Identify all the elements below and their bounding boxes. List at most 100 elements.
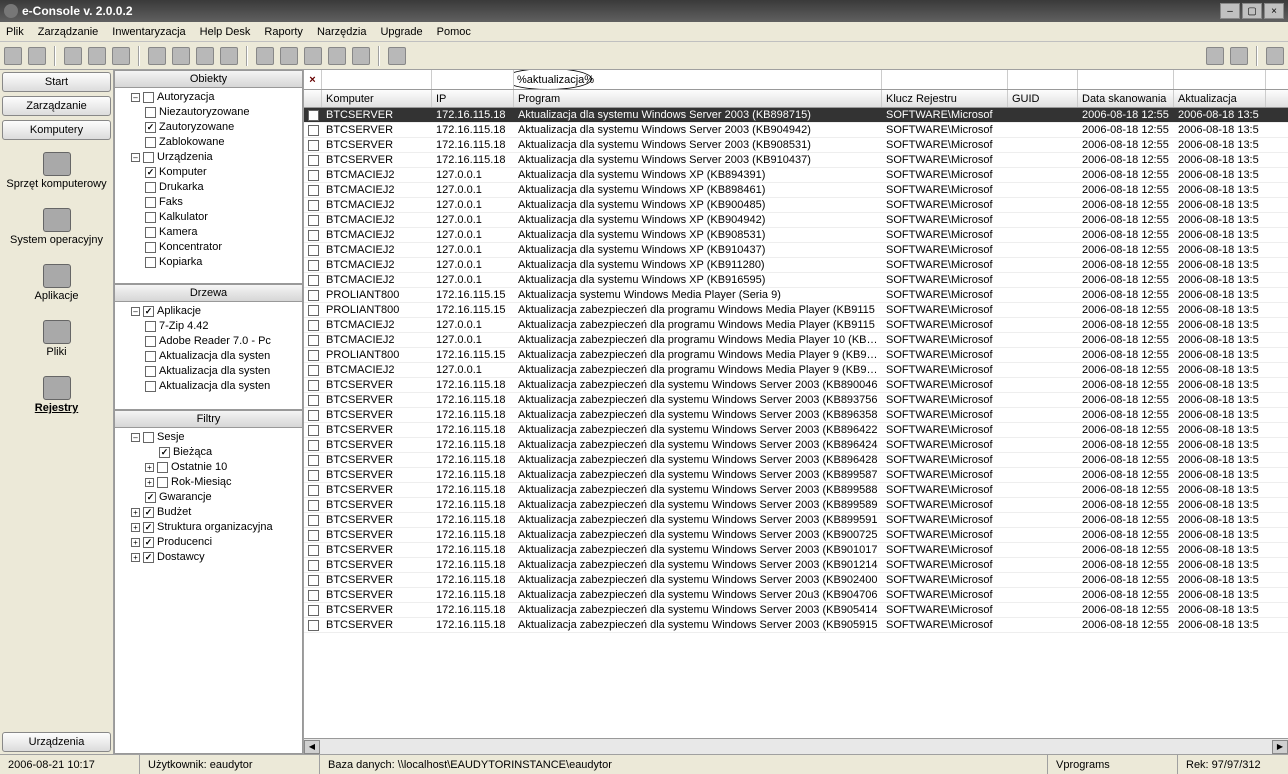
checkbox-icon[interactable] (143, 306, 154, 317)
table-row[interactable]: BTCMACIEJ2127.0.0.1Aktualizacja dla syst… (304, 213, 1288, 228)
checkbox-icon[interactable] (145, 336, 156, 347)
tree-label[interactable]: Budżet (157, 505, 191, 520)
expand-icon[interactable]: + (131, 508, 140, 517)
table-row[interactable]: BTCMACIEJ2127.0.0.1Aktualizacja dla syst… (304, 258, 1288, 273)
panel-filtry-body[interactable]: –SesjeBieżąca+Ostatnie 10+Rok-MiesiącGwa… (114, 428, 303, 754)
row-checkbox[interactable] (308, 215, 319, 226)
row-checkbox[interactable] (308, 530, 319, 541)
checkbox-icon[interactable] (145, 137, 156, 148)
toolbar-icon[interactable] (4, 47, 22, 65)
row-checkbox[interactable] (308, 575, 319, 586)
table-row[interactable]: BTCSERVER172.16.115.18Aktualizacja zabez… (304, 423, 1288, 438)
row-checkbox[interactable] (308, 605, 319, 616)
filter-guid[interactable] (1011, 74, 1074, 86)
table-row[interactable]: BTCSERVER172.16.115.18Aktualizacja zabez… (304, 558, 1288, 573)
tree-label[interactable]: Dostawcy (157, 550, 205, 565)
tree-label[interactable]: Drukarka (159, 180, 204, 195)
row-checkbox[interactable] (308, 305, 319, 316)
checkbox-icon[interactable] (143, 92, 154, 103)
row-checkbox[interactable] (308, 545, 319, 556)
row-checkbox[interactable] (308, 620, 319, 631)
checkbox-icon[interactable] (159, 447, 170, 458)
checkbox-icon[interactable] (145, 227, 156, 238)
tree-label[interactable]: Komputer (159, 165, 207, 180)
table-row[interactable]: BTCSERVER172.16.115.18Aktualizacja zabez… (304, 408, 1288, 423)
row-checkbox[interactable] (308, 170, 319, 181)
row-checkbox[interactable] (308, 590, 319, 601)
toolbar-icon[interactable] (328, 47, 346, 65)
row-checkbox[interactable] (308, 155, 319, 166)
row-checkbox[interactable] (308, 290, 319, 301)
scroll-left-icon[interactable]: ◀ (304, 740, 320, 754)
toolbar-icon[interactable] (388, 47, 406, 65)
checkbox-icon[interactable] (145, 122, 156, 133)
menu-pomoc[interactable]: Pomoc (437, 26, 471, 38)
row-checkbox[interactable] (308, 200, 319, 211)
nav-big-sprzet[interactable]: Sprzęt komputerowy (2, 144, 111, 198)
table-row[interactable]: BTCSERVER172.16.115.18Aktualizacja dla s… (304, 108, 1288, 123)
checkbox-icon[interactable] (145, 492, 156, 503)
row-checkbox[interactable] (308, 500, 319, 511)
row-checkbox[interactable] (308, 275, 319, 286)
table-row[interactable]: BTCSERVER172.16.115.18Aktualizacja zabez… (304, 573, 1288, 588)
menu-raporty[interactable]: Raporty (264, 26, 303, 38)
tree-label[interactable]: Aktualizacja dla systen (159, 364, 270, 379)
checkbox-icon[interactable] (145, 242, 156, 253)
table-row[interactable]: BTCSERVER172.16.115.18Aktualizacja zabez… (304, 528, 1288, 543)
row-checkbox[interactable] (308, 515, 319, 526)
row-checkbox[interactable] (308, 140, 319, 151)
tree-label[interactable]: Ostatnie 10 (171, 460, 227, 475)
tree-label[interactable]: Urządzenia (157, 150, 213, 165)
menu-zarzadzanie[interactable]: Zarządzanie (38, 26, 99, 38)
checkbox-icon[interactable] (145, 212, 156, 223)
expand-icon[interactable]: + (131, 553, 140, 562)
checkbox-icon[interactable] (143, 152, 154, 163)
table-row[interactable]: BTCSERVER172.16.115.18Aktualizacja zabez… (304, 438, 1288, 453)
nav-start[interactable]: Start (2, 72, 111, 92)
toolbar-icon[interactable] (352, 47, 370, 65)
checkbox-icon[interactable] (145, 107, 156, 118)
nav-komputery[interactable]: Komputery (2, 120, 111, 140)
row-checkbox[interactable] (308, 260, 319, 271)
tree-label[interactable]: Zautoryzowane (159, 120, 234, 135)
header-checkbox-col[interactable] (304, 90, 322, 107)
close-button[interactable]: × (1264, 3, 1284, 19)
table-row[interactable]: BTCSERVER172.16.115.18Aktualizacja zabez… (304, 588, 1288, 603)
table-row[interactable]: BTCSERVER172.16.115.18Aktualizacja dla s… (304, 153, 1288, 168)
nav-big-pliki[interactable]: Pliki (2, 312, 111, 366)
row-checkbox[interactable] (308, 335, 319, 346)
checkbox-icon[interactable] (143, 507, 154, 518)
expand-icon[interactable]: – (131, 307, 140, 316)
toolbar-icon[interactable] (220, 47, 238, 65)
table-row[interactable]: BTCMACIEJ2127.0.0.1Aktualizacja zabezpie… (304, 363, 1288, 378)
row-checkbox[interactable] (308, 350, 319, 361)
toolbar-icon[interactable] (196, 47, 214, 65)
expand-icon[interactable]: – (131, 153, 140, 162)
tree-label[interactable]: Aplikacje (157, 304, 201, 319)
checkbox-icon[interactable] (145, 321, 156, 332)
row-checkbox[interactable] (308, 245, 319, 256)
grid-body[interactable]: BTCSERVER172.16.115.18Aktualizacja dla s… (304, 108, 1288, 738)
expand-icon[interactable]: – (131, 93, 140, 102)
nav-big-system[interactable]: System operacyjny (2, 200, 111, 254)
print-icon[interactable] (1230, 47, 1248, 65)
filter-aktualizacja[interactable] (1177, 74, 1262, 86)
row-checkbox[interactable] (308, 410, 319, 421)
row-checkbox[interactable] (308, 425, 319, 436)
checkbox-icon[interactable] (143, 537, 154, 548)
table-row[interactable]: BTCSERVER172.16.115.18Aktualizacja zabez… (304, 603, 1288, 618)
panel-obiekty-body[interactable]: –AutoryzacjaNiezautoryzowaneZautoryzowan… (114, 88, 303, 284)
row-checkbox[interactable] (308, 365, 319, 376)
expand-icon[interactable]: + (145, 478, 154, 487)
checkbox-icon[interactable] (143, 522, 154, 533)
menu-helpdesk[interactable]: Help Desk (200, 26, 251, 38)
tree-label[interactable]: Faks (159, 195, 183, 210)
tree-label[interactable]: Autoryzacja (157, 90, 214, 105)
toolbar-icon[interactable] (256, 47, 274, 65)
row-checkbox[interactable] (308, 320, 319, 331)
tree-label[interactable]: Rok-Miesiąc (171, 475, 232, 490)
checkbox-icon[interactable] (145, 366, 156, 377)
tree-label[interactable]: Adobe Reader 7.0 - Pc (159, 334, 271, 349)
toolbar-icon[interactable] (88, 47, 106, 65)
table-row[interactable]: BTCSERVER172.16.115.18Aktualizacja zabez… (304, 483, 1288, 498)
